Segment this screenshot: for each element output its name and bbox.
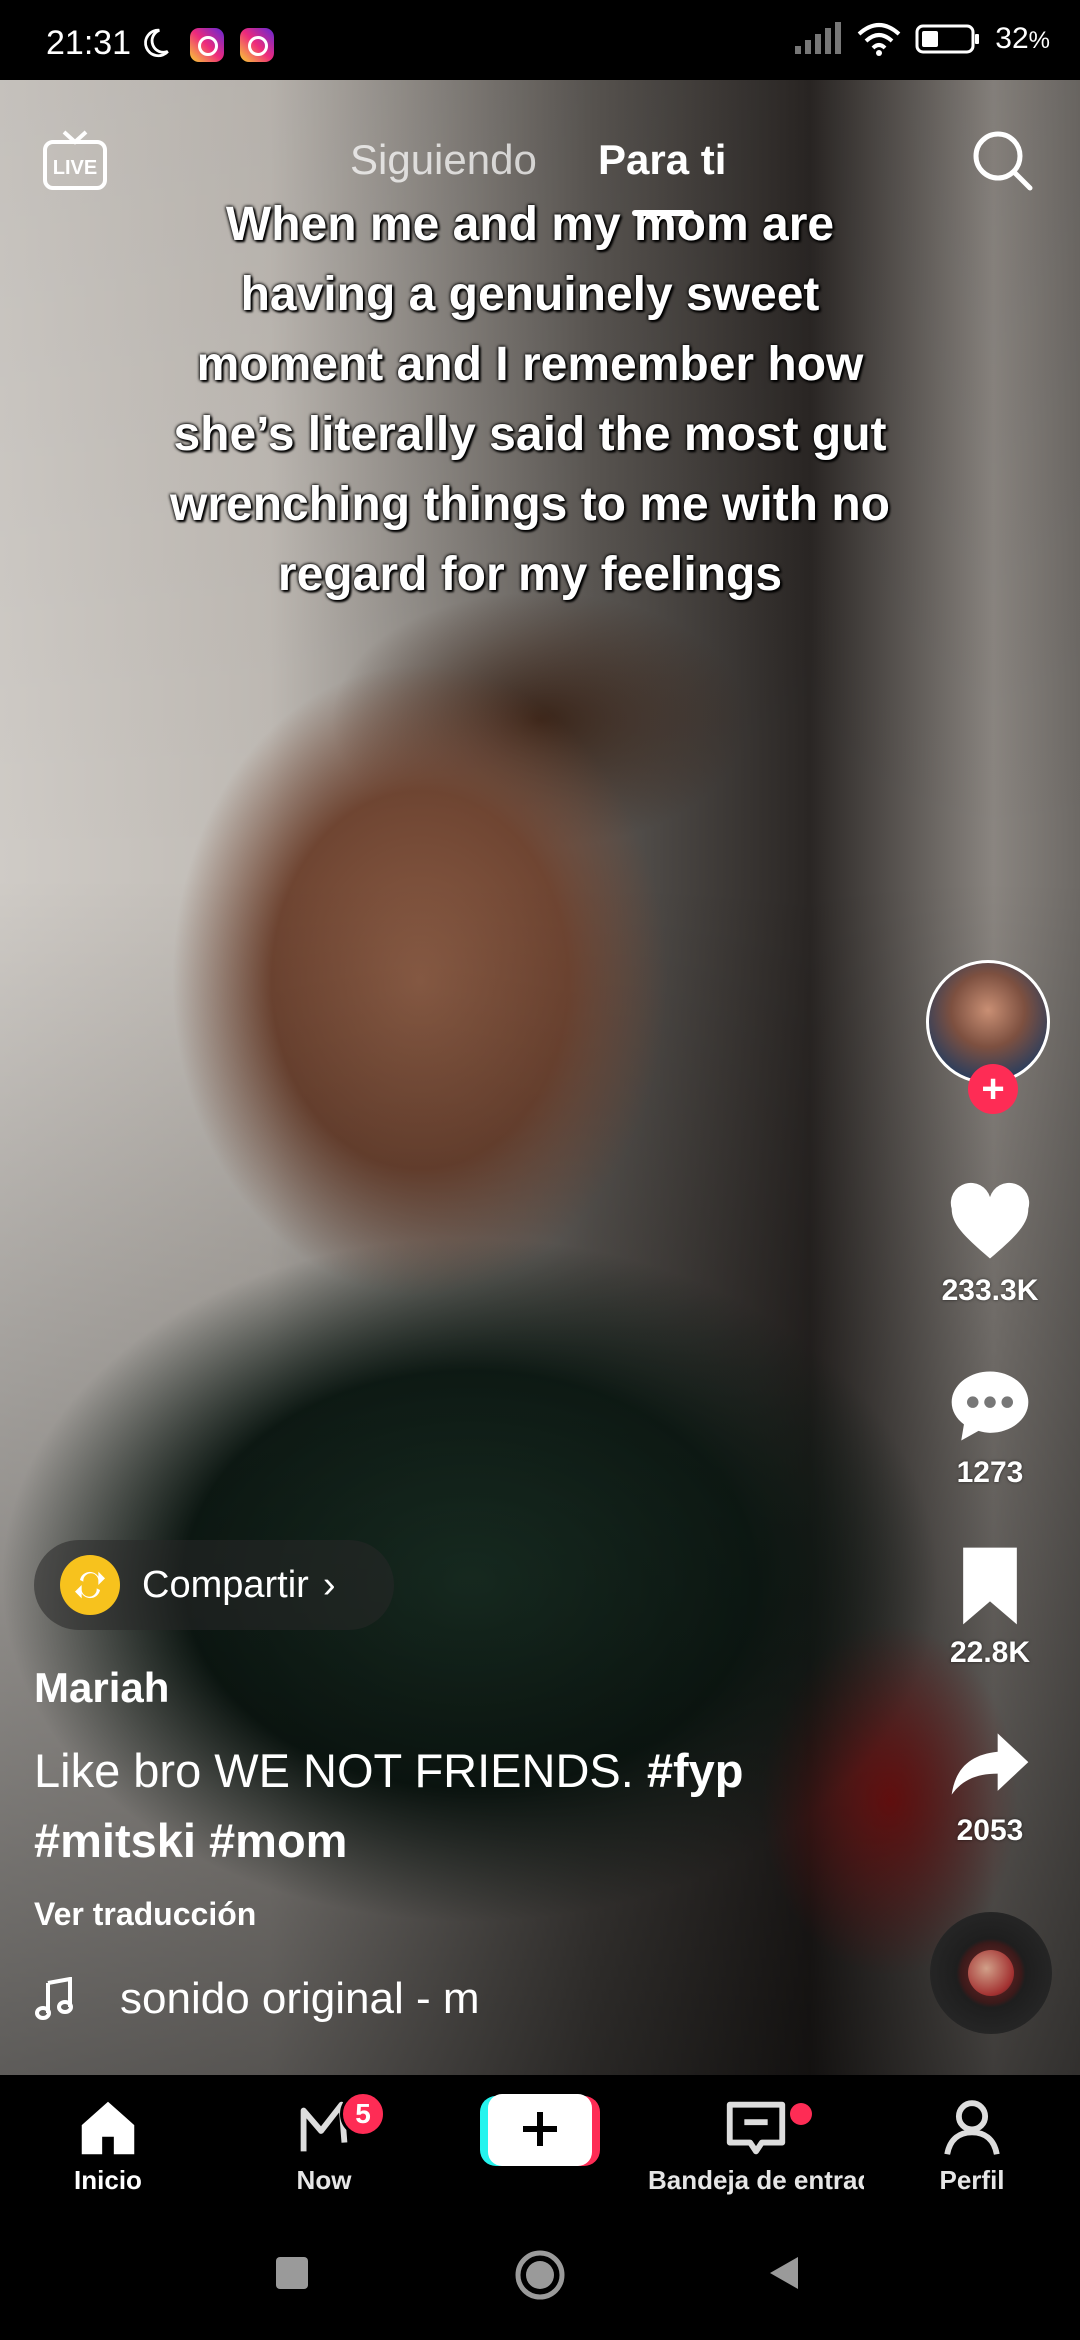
video-caption-overlay: When me and my mom are having a genuinel… — [170, 198, 890, 601]
wifi-icon — [857, 23, 901, 56]
nav-inbox[interactable]: Bandeja de entrada — [648, 2093, 864, 2196]
bookmark-icon — [963, 1547, 1017, 1625]
instagram-icon — [240, 28, 274, 62]
tab-following[interactable]: Siguiendo — [350, 136, 537, 184]
description-text: Like bro WE NOT FRIENDS. — [34, 1744, 647, 1797]
music-disc[interactable] — [930, 1912, 1052, 2034]
system-nav-bar — [0, 2225, 1080, 2340]
back-triangle-icon[interactable] — [766, 2255, 802, 2291]
inbox-icon — [726, 2101, 786, 2155]
heart-icon — [950, 1182, 1030, 1259]
now-badge: 5 — [340, 2091, 386, 2137]
like-count: 233.3K — [941, 1274, 1039, 1307]
share-arrow-icon — [951, 1733, 1029, 1795]
see-translation-link[interactable]: Ver traducción — [34, 1896, 256, 1933]
post-description: Like bro WE NOT FRIENDS. #fyp #mitski #m… — [34, 1736, 854, 1876]
nav-now-label: Now — [296, 2165, 352, 2195]
hashtag-fyp[interactable]: #fyp — [647, 1744, 744, 1797]
inbox-unread-dot — [790, 2103, 812, 2125]
signal-icon — [795, 22, 842, 54]
sound-row[interactable]: sonido original - m — [34, 1974, 480, 2024]
save-count: 22.8K — [949, 1636, 1031, 1669]
tab-for-you[interactable]: Para ti — [598, 136, 726, 184]
battery-icon — [915, 24, 980, 54]
nav-profile[interactable]: Perfil — [864, 2093, 1080, 2196]
plus-icon: + — [981, 1067, 1005, 1111]
home-circle-icon[interactable] — [514, 2249, 566, 2301]
sound-label: sonido original - m — [120, 1974, 480, 2023]
share-button[interactable]: 2053 — [920, 1718, 1060, 1848]
creator-avatar-container: + — [926, 960, 1056, 1120]
nav-home-label: Inicio — [74, 2165, 142, 2195]
instagram-icon — [190, 28, 224, 62]
hashtag-mom[interactable]: #mom — [209, 1814, 347, 1867]
save-button[interactable]: 22.8K — [920, 1540, 1060, 1670]
share-count: 2053 — [956, 1814, 1024, 1847]
profile-icon — [944, 2100, 1000, 2155]
recent-apps-icon[interactable] — [274, 2255, 310, 2291]
moon-icon — [144, 28, 169, 58]
active-tab-indicator — [632, 210, 694, 216]
nav-profile-label: Perfil — [939, 2165, 1005, 2195]
share-pill-label: Compartir — [142, 1563, 309, 1606]
feed-tabs: Siguiendo Para ti — [0, 128, 1080, 198]
home-icon — [81, 2101, 135, 2155]
battery-percent: 32% — [995, 22, 1050, 55]
nav-now[interactable]: 5 Now — [216, 2091, 432, 2196]
create-post-button[interactable] — [480, 2090, 600, 2168]
chevron-right-icon: › — [322, 1563, 336, 1606]
comment-count: 1273 — [956, 1456, 1024, 1489]
nav-home[interactable]: Inicio — [0, 2093, 216, 2196]
creator-username[interactable]: Mariah — [34, 1664, 169, 1712]
hashtag-mitski[interactable]: #mitski — [34, 1814, 196, 1867]
search-icon[interactable] — [970, 128, 1036, 194]
nav-inbox-label: Bandeja de entrada — [648, 2165, 864, 2195]
repost-icon — [60, 1555, 120, 1615]
comment-icon — [951, 1371, 1029, 1441]
share-pill[interactable]: Compartir › — [34, 1540, 394, 1630]
follow-button[interactable]: + — [968, 1064, 1018, 1114]
music-note-icon — [35, 1977, 73, 2020]
comment-button[interactable]: 1273 — [920, 1360, 1060, 1490]
status-time: 21:31 — [46, 24, 132, 62]
status-right: 32% — [793, 22, 1050, 56]
status-bar: 21:31 32% — [0, 0, 1080, 80]
like-button[interactable]: 233.3K — [920, 1178, 1060, 1308]
